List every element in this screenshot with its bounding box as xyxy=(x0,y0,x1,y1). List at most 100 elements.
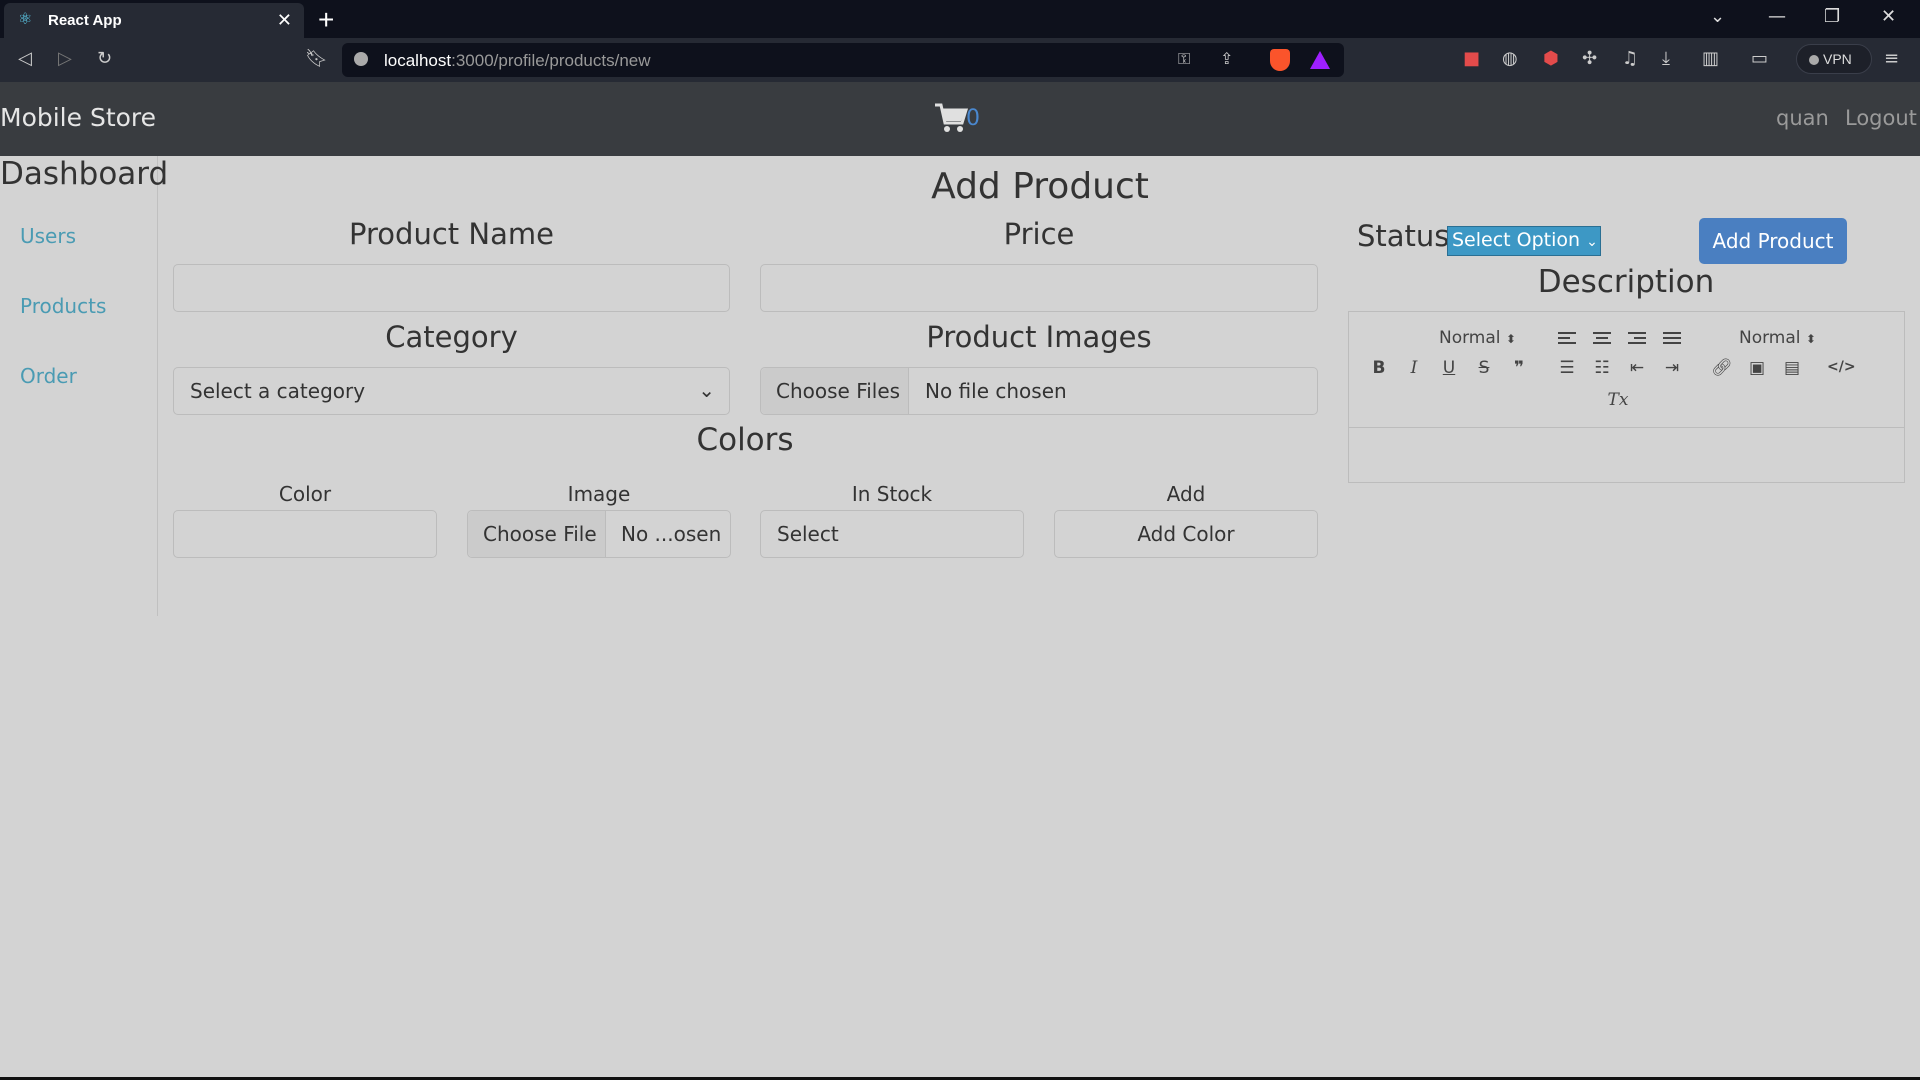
italic-icon[interactable]: I xyxy=(1401,358,1427,378)
cart-count[interactable]: 0 xyxy=(966,106,980,131)
tab-close-icon[interactable]: ✕ xyxy=(277,10,292,31)
vpn-button[interactable]: VPN xyxy=(1796,44,1872,74)
product-images-label: Product Images xyxy=(926,320,1152,354)
browser-toolbar: ◁ ▷ ↻ 🔖︎ localhost:3000/profile/products… xyxy=(0,38,1920,82)
image-column-label: Image xyxy=(567,482,631,506)
globe-extension-icon[interactable]: ◍ xyxy=(1502,48,1518,69)
back-icon[interactable]: ◁ xyxy=(18,48,32,69)
chevron-down-icon: ⌄ xyxy=(1586,234,1598,250)
brave-shields-icon[interactable] xyxy=(1270,49,1290,71)
color-column-label: Color xyxy=(278,482,332,506)
align-right-icon[interactable] xyxy=(1624,328,1650,347)
updown-icon: ⬍ xyxy=(1805,332,1816,346)
in-stock-select[interactable]: Select xyxy=(760,510,1024,558)
add-column-label: Add xyxy=(1166,482,1206,506)
sidebar-title: Dashboard xyxy=(0,156,169,192)
dashboard-sidebar: Dashboard Users Products Order xyxy=(0,156,168,616)
product-name-input[interactable] xyxy=(173,264,730,312)
bookmark-icon[interactable]: 🔖︎ xyxy=(305,48,328,69)
align-justify-icon[interactable] xyxy=(1659,328,1685,347)
price-input[interactable] xyxy=(760,264,1318,312)
music-icon[interactable]: ♫ xyxy=(1622,48,1638,69)
share-icon[interactable]: ⇪ xyxy=(1220,49,1233,68)
new-tab-button[interactable]: + xyxy=(318,4,334,36)
category-select[interactable]: Select a category ⌄ xyxy=(173,367,730,415)
tab-list-chevron-icon[interactable]: ⌄ xyxy=(1710,6,1725,27)
outdent-icon[interactable]: ⇤ xyxy=(1624,358,1650,378)
page-title: Add Product xyxy=(931,166,1149,207)
react-favicon-icon: ⚛ xyxy=(18,11,33,28)
add-product-button[interactable]: Add Product xyxy=(1699,218,1847,264)
extension-red-icon[interactable]: ■ xyxy=(1463,48,1480,69)
chevron-down-icon: ⌄ xyxy=(698,378,715,402)
brand-link[interactable]: Mobile Store xyxy=(0,103,156,132)
description-label: Description xyxy=(1537,264,1715,300)
url-text[interactable]: localhost:3000/profile/products/new xyxy=(384,51,651,71)
product-images-file-input[interactable]: Choose Files No file chosen xyxy=(760,367,1318,415)
images-file-status: No file chosen xyxy=(925,379,1067,403)
browser-tab[interactable]: ⚛ React App ✕ xyxy=(4,3,304,38)
site-info-icon[interactable] xyxy=(354,52,368,66)
size-select[interactable]: Normal ⬍ xyxy=(1739,328,1816,348)
underline-icon[interactable]: U xyxy=(1436,358,1462,378)
cart-icon[interactable] xyxy=(934,102,968,134)
in-stock-column-label: In Stock xyxy=(851,482,933,506)
reload-icon[interactable]: ↻ xyxy=(97,48,112,69)
browser-tabstrip: ⚛ React App ✕ + ⌄ — ❐ ✕ xyxy=(0,0,1920,38)
align-center-icon[interactable] xyxy=(1589,328,1615,347)
description-editor: Normal ⬍ Normal ⬍ B I U S ❞ ☰ ☷ ⇤ ⇥ 🔗︎ ▣… xyxy=(1348,311,1905,483)
image-icon[interactable]: ▣ xyxy=(1744,358,1770,378)
status-selected-value: Select Option xyxy=(1452,229,1581,251)
logout-link[interactable]: Logout xyxy=(1845,106,1917,130)
extensions-puzzle-icon[interactable]: ✣ xyxy=(1582,48,1597,69)
tab-title: React App xyxy=(48,12,122,29)
url-host: localhost xyxy=(384,51,452,70)
key-icon[interactable]: ⚿ xyxy=(1178,49,1190,69)
updown-icon: ⬍ xyxy=(1505,332,1516,346)
strike-icon[interactable]: S xyxy=(1471,358,1497,378)
add-color-button[interactable]: Add Color xyxy=(1054,510,1318,558)
menu-icon[interactable]: ≡ xyxy=(1884,48,1899,69)
sidebar-item-products[interactable]: Products xyxy=(20,294,106,318)
bold-icon[interactable]: B xyxy=(1366,358,1392,378)
choose-files-button[interactable]: Choose Files xyxy=(761,368,909,414)
sidebar-toggle-icon[interactable]: ▥ xyxy=(1702,48,1719,69)
indent-icon[interactable]: ⇥ xyxy=(1659,358,1685,378)
download-icon[interactable]: ⤓ xyxy=(1662,48,1670,69)
clean-format-icon[interactable]: Tx xyxy=(1605,390,1631,410)
link-icon[interactable]: 🔗︎ xyxy=(1709,358,1735,378)
choose-file-button[interactable]: Choose File xyxy=(468,511,606,557)
align-left-icon[interactable] xyxy=(1554,328,1580,347)
app-navbar: Mobile Store 0 quan Logout xyxy=(0,82,1920,156)
header-select[interactable]: Normal ⬍ xyxy=(1439,328,1516,348)
category-selected-value: Select a category xyxy=(190,379,366,403)
bullet-list-icon[interactable]: ☷ xyxy=(1589,358,1615,378)
in-stock-selected-value: Select xyxy=(777,522,839,546)
forward-icon[interactable]: ▷ xyxy=(58,48,72,69)
wallet-icon[interactable]: ▭ xyxy=(1751,48,1768,69)
color-image-file-input[interactable]: Choose File No ...osen xyxy=(467,510,731,558)
header-select-value: Normal xyxy=(1439,328,1501,348)
status-label: Status xyxy=(1357,219,1450,253)
video-icon[interactable]: ▤ xyxy=(1779,358,1805,378)
colors-title: Colors xyxy=(696,422,794,458)
color-image-file-status: No ...osen xyxy=(621,522,722,546)
editor-toolbar: Normal ⬍ Normal ⬍ B I U S ❞ ☰ ☷ ⇤ ⇥ 🔗︎ ▣… xyxy=(1349,312,1904,428)
color-input[interactable] xyxy=(173,510,437,558)
size-select-value: Normal xyxy=(1739,328,1801,348)
user-link[interactable]: quan xyxy=(1776,106,1829,130)
code-block-icon[interactable]: </> xyxy=(1827,359,1856,375)
price-label: Price xyxy=(1003,217,1075,251)
editor-content-area[interactable] xyxy=(1349,429,1904,482)
address-bar[interactable]: localhost:3000/profile/products/new ⚿ ⇪ xyxy=(342,43,1344,77)
window-close-icon[interactable]: ✕ xyxy=(1881,6,1896,27)
sidebar-item-order[interactable]: Order xyxy=(20,364,77,388)
restore-icon[interactable]: ❐ xyxy=(1824,6,1840,27)
minimize-icon[interactable]: — xyxy=(1768,6,1786,27)
brave-rewards-icon[interactable] xyxy=(1310,51,1330,69)
status-select[interactable]: Select Option ⌄ xyxy=(1447,226,1601,256)
blockquote-icon[interactable]: ❞ xyxy=(1506,358,1532,378)
ublock-icon[interactable]: ⬢ xyxy=(1543,48,1559,69)
sidebar-item-users[interactable]: Users xyxy=(20,224,76,248)
ordered-list-icon[interactable]: ☰ xyxy=(1554,358,1580,378)
